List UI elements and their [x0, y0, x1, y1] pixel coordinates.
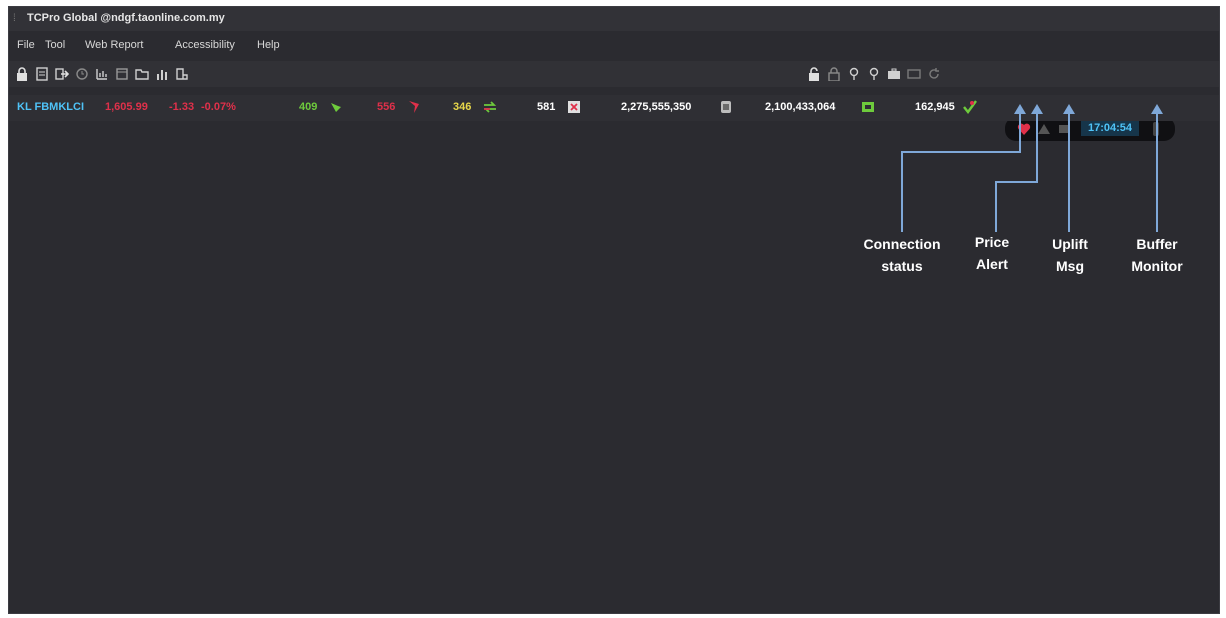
uplift-label-line1: Uplift	[1052, 236, 1088, 252]
connection-label-line2: status	[881, 258, 923, 274]
price-alert-label-line1: Price	[974, 234, 1010, 250]
connection-leader-line	[901, 112, 1021, 232]
buffer-arrowhead	[1151, 104, 1163, 114]
price-alert-arrowhead	[1031, 104, 1043, 114]
uplift-arrowhead	[1063, 104, 1075, 114]
price-alert-leader-line	[995, 112, 1038, 232]
buffer-label-line2: Monitor	[1131, 258, 1183, 274]
uplift-label-line2: Msg	[1056, 258, 1084, 274]
connection-label-line1: Connection	[863, 236, 941, 252]
price-alert-label-line2: Alert	[976, 256, 1008, 272]
connection-arrowhead	[1014, 104, 1026, 114]
buffer-label-line1: Buffer	[1136, 236, 1178, 252]
annotation-lines	[901, 104, 1163, 232]
